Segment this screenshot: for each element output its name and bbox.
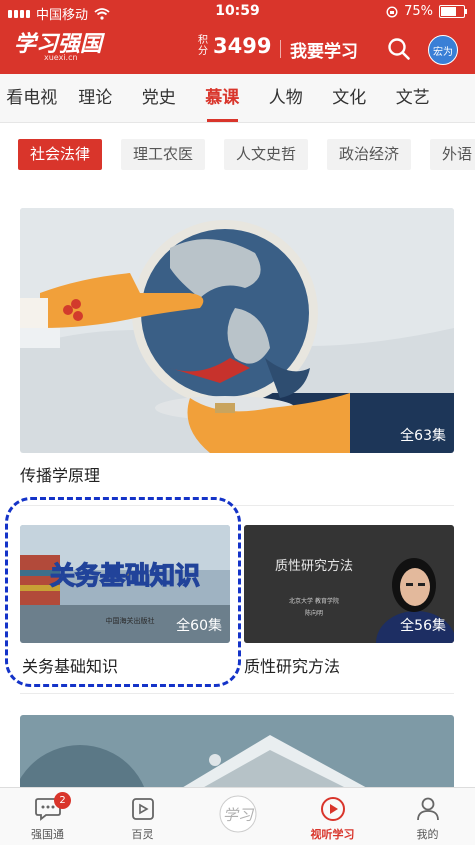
status-right: 75% xyxy=(386,4,467,19)
nav-media-learning[interactable]: 视听学习 xyxy=(285,788,380,845)
status-bar: 中国移动 10:59 75% xyxy=(0,0,475,24)
category-tabs: 看电视 理论 党史 慕课 人物 文化 文艺 xyxy=(0,74,475,123)
subcategory-chips: 社会法律 理工农医 人文史哲 政治经济 外语 xyxy=(18,139,475,171)
thumbnail-title-qualitative: 质性研究方法 xyxy=(275,558,353,574)
tab-theory[interactable]: 理论 xyxy=(64,74,128,122)
chip-social-law[interactable]: 社会法律 xyxy=(18,139,103,170)
course-title-qualitative[interactable]: 质性研究方法 xyxy=(244,653,340,677)
section-divider xyxy=(20,693,454,694)
nav-profile[interactable]: 我的 xyxy=(380,788,475,845)
points-display[interactable]: 积 分 3499 xyxy=(198,34,271,58)
next-thumbnail-art xyxy=(20,715,454,795)
nav-label: 我的 xyxy=(416,828,439,841)
episode-count: 全56集 xyxy=(400,618,446,634)
chip-foreign-language[interactable]: 外语 xyxy=(430,139,475,170)
tab-people[interactable]: 人物 xyxy=(254,74,318,122)
battery-percent: 75% xyxy=(404,4,433,19)
course-thumbnail-communication[interactable]: 全63集 xyxy=(20,208,454,453)
nav-label: 视听学习 xyxy=(310,828,355,841)
nav-messages[interactable]: 2 强国通 xyxy=(0,788,95,845)
study-button[interactable]: 我要学习 xyxy=(290,37,358,62)
unread-badge: 2 xyxy=(54,792,71,809)
course-thumbnail-qualitative[interactable]: 质性研究方法 北京大学 教育学院 陈向明 全56集 xyxy=(244,525,454,643)
nav-label: 强国通 xyxy=(31,828,64,841)
course-thumbnail-next[interactable] xyxy=(20,715,454,795)
rotation-lock-icon xyxy=(386,5,398,18)
chip-politics-economics[interactable]: 政治经济 xyxy=(327,139,412,170)
nav-bailing[interactable]: 百灵 xyxy=(95,788,190,845)
nav-label: 百灵 xyxy=(131,828,154,841)
course-title-communication[interactable]: 传播学原理 xyxy=(20,462,100,486)
bottom-nav: 2 强国通 百灵 学习 视听学习 我的 xyxy=(0,787,475,845)
header-divider xyxy=(280,40,281,58)
nav-study-home[interactable]: 学习 xyxy=(190,788,285,845)
points-label: 积 分 xyxy=(198,35,208,57)
study-logo-icon: 学习 xyxy=(219,795,257,833)
chip-humanities[interactable]: 人文史哲 xyxy=(224,139,309,170)
svg-text:学习: 学习 xyxy=(223,806,255,824)
logo-subtext: xuexi.cn xyxy=(44,53,78,62)
tab-culture[interactable]: 文化 xyxy=(318,74,382,122)
search-icon[interactable] xyxy=(386,36,412,62)
highlight-box xyxy=(5,497,241,687)
chip-science-medicine[interactable]: 理工农医 xyxy=(121,139,206,170)
app-header: 学习强国 xuexi.cn 积 分 3499 我要学习 宏为 xyxy=(0,24,475,74)
play-circle-icon xyxy=(321,797,345,821)
avatar[interactable]: 宏为 xyxy=(428,35,458,65)
points-value: 3499 xyxy=(213,34,272,58)
user-icon xyxy=(417,797,439,821)
tab-arts[interactable]: 文艺 xyxy=(381,74,445,122)
tab-mooc[interactable]: 慕课 xyxy=(191,74,255,122)
tab-party-history[interactable]: 党史 xyxy=(127,74,191,122)
battery-icon xyxy=(439,5,467,18)
thumbnail-lecturer: 陈向明 xyxy=(305,609,323,617)
globe-illustration xyxy=(20,208,454,453)
tab-watch-tv[interactable]: 看电视 xyxy=(0,74,64,122)
episode-count: 全63集 xyxy=(400,428,446,444)
thumbnail-subtitle: 北京大学 教育学院 xyxy=(289,597,339,605)
app-logo[interactable]: 学习强国 xuexi.cn xyxy=(14,32,102,62)
video-feed-icon xyxy=(132,798,154,820)
